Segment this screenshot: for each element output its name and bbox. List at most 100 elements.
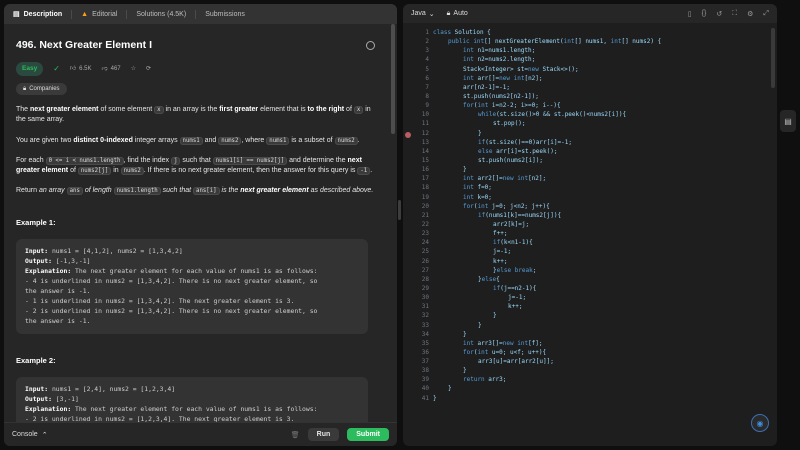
run-button[interactable]: Run [307, 428, 340, 441]
tab-submissions[interactable]: Submissions [196, 4, 254, 24]
companies-tag[interactable]: 🔒︎ Companies [16, 82, 67, 96]
console-toggle[interactable]: Console ⌃ [12, 431, 48, 439]
code-line[interactable]: for(int i=n2-2; i>=0; i--){ [433, 101, 661, 110]
companies-label: Companies [29, 85, 60, 92]
code-line[interactable]: int arr2[]=new int[n2]; [433, 174, 661, 183]
tab-label: Editorial [92, 10, 118, 18]
code-line[interactable]: f++; [433, 229, 661, 238]
line-number: 31 [421, 303, 429, 311]
code-line[interactable]: }else break; [433, 266, 661, 275]
tab-bar: ▤ Description ▲ Editorial Solutions (4.5… [4, 4, 397, 24]
braces-icon[interactable]: {} [702, 10, 707, 18]
trash-icon[interactable]: 🗑︎ [291, 431, 300, 439]
problem-meta: Easy ✓ 👍︎ 6.5K 👎︎ 467 ☆ ⟳ [16, 62, 375, 76]
reset-icon[interactable]: ↺ [716, 10, 722, 18]
line-number: 8 [425, 92, 429, 100]
code-line[interactable]: st.push(nums2[i]); [433, 156, 661, 165]
tab-label: Submissions [205, 10, 245, 18]
tab-solutions[interactable]: Solutions (4.5K) [127, 4, 195, 24]
code-line[interactable]: arr2[k]=j; [433, 220, 661, 229]
code-line[interactable]: if(j==n2-1){ [433, 284, 661, 293]
editor-scrollbar[interactable] [771, 28, 775, 88]
description-icon: ▤ [13, 11, 20, 18]
code-line[interactable]: }else{ [433, 275, 661, 284]
code-line[interactable]: class Solution { [433, 28, 661, 37]
language-select[interactable]: Java ⌄ [411, 10, 435, 18]
code-line[interactable]: j=-1; [433, 293, 661, 302]
code-line[interactable]: k++; [433, 257, 661, 266]
editorial-icon: ▲ [81, 10, 89, 18]
code-line[interactable]: } [433, 321, 661, 330]
dislike-button[interactable]: 👎︎ 467 [102, 65, 121, 74]
chat-help-icon[interactable]: ◉ [751, 414, 769, 432]
line-number: 37 [421, 358, 429, 366]
code-line[interactable]: if(k<n1-1){ [433, 238, 661, 247]
description-paragraph: For each 0 <= i < nums1.length, find the… [16, 156, 373, 175]
line-number: 10 [421, 111, 429, 119]
code-line[interactable]: else arr[i]=st.peek(); [433, 147, 661, 156]
code-editor-panel: Java ⌄ 🔒︎ Auto ▯ {} ↺ ⛶ ⚙ ⤢ 1 2 3 4 5 6 7 8 9 10 1… [403, 4, 777, 446]
code-line[interactable]: } [433, 366, 661, 375]
code-line[interactable]: } [433, 165, 661, 174]
like-button[interactable]: 👍︎ 6.5K [70, 65, 92, 74]
chevron-up-icon: ⌃ [41, 431, 48, 439]
line-number: 28 [421, 275, 429, 283]
code-line[interactable]: for(int u=0; u<f; u++){ [433, 348, 661, 357]
code-line[interactable]: public int[] nextGreaterElement(int[] nu… [433, 37, 661, 46]
fullscreen-icon[interactable]: ⛶ [732, 10, 737, 18]
code-line[interactable]: arr[n2-1]=-1; [433, 83, 661, 92]
code-line[interactable]: int n2=nums2.length; [433, 55, 661, 64]
bookmark-icon[interactable]: ▯ [688, 10, 692, 18]
code-line[interactable]: Stack<Integer> st=new Stack<>(); [433, 65, 661, 74]
line-number: 38 [421, 367, 429, 375]
share-icon[interactable]: ⟳ [146, 65, 151, 74]
code-line[interactable]: int n1=nums1.length; [433, 46, 661, 55]
code-line[interactable]: for(int j=0; j<n2; j++){ [433, 202, 661, 211]
code-content[interactable]: class Solution {public int[] nextGreater… [433, 28, 661, 403]
line-number: 25 [421, 248, 429, 256]
code-line[interactable]: } [433, 394, 661, 403]
line-number: 27 [421, 266, 429, 274]
code-line[interactable]: int arr3[]=new int[f]; [433, 339, 661, 348]
code-line[interactable]: if(nums1[k]==nums2[j]){ [433, 211, 661, 220]
code-line[interactable]: int arr[]=new int[n2]; [433, 74, 661, 83]
code-line[interactable]: } [433, 129, 661, 138]
star-icon[interactable]: ☆ [131, 65, 136, 74]
code-line[interactable]: if(st.size()==0)arr[i]=-1; [433, 138, 661, 147]
settings-icon[interactable]: ⚙ [747, 10, 753, 18]
code-area[interactable]: 1 2 3 4 5 6 7 8 9 10 11 12 13 14 15 16 17 18 19 20 21 22 23 24 2… [403, 28, 777, 446]
problem-description: 496. Next Greater Element I Easy ✓ 👍︎ 6.… [4, 24, 387, 422]
panel-resize-handle[interactable] [398, 200, 401, 220]
line-number: 4 [425, 56, 429, 64]
code-line[interactable]: } [433, 330, 661, 339]
code-line[interactable]: } [433, 311, 661, 320]
code-line[interactable]: int k=0; [433, 193, 661, 202]
expand-icon[interactable]: ⤢ [763, 10, 769, 18]
code-line[interactable]: st.pop(); [433, 119, 661, 128]
timer-icon[interactable] [366, 41, 375, 51]
mode-label: Auto [453, 10, 468, 17]
line-number: 29 [421, 284, 429, 292]
submit-button[interactable]: Submit [347, 428, 389, 441]
breakpoint-icon[interactable] [405, 132, 411, 138]
line-number: 19 [421, 193, 429, 201]
thumbs-up-icon: 👍︎ [69, 65, 77, 72]
code-line[interactable]: j=-1; [433, 247, 661, 256]
line-number: 14 [421, 147, 429, 155]
side-note-icon[interactable]: ▤ [780, 110, 796, 132]
line-number: 23 [421, 230, 429, 238]
line-number: 16 [421, 166, 429, 174]
code-line[interactable]: int f=0; [433, 183, 661, 192]
tab-description[interactable]: ▤ Description [4, 4, 71, 24]
tab-editorial[interactable]: ▲ Editorial [72, 4, 126, 24]
code-line[interactable]: while(st.size()>0 && st.peek()<nums2[i])… [433, 110, 661, 119]
code-line[interactable]: } [433, 384, 661, 393]
code-line[interactable]: return arr3; [433, 375, 661, 384]
description-paragraph: The next greater element of some element… [16, 106, 371, 124]
code-line[interactable]: arr3[u]=arr[arr2[u]]; [433, 357, 661, 366]
auto-mode-toggle[interactable]: 🔒︎ Auto [447, 10, 468, 18]
code-line[interactable]: st.push(nums2[n2-1]); [433, 92, 661, 101]
code-line[interactable]: k++; [433, 302, 661, 311]
description-panel: ▤ Description ▲ Editorial Solutions (4.5… [4, 4, 397, 446]
description-scrollbar[interactable] [390, 24, 395, 419]
